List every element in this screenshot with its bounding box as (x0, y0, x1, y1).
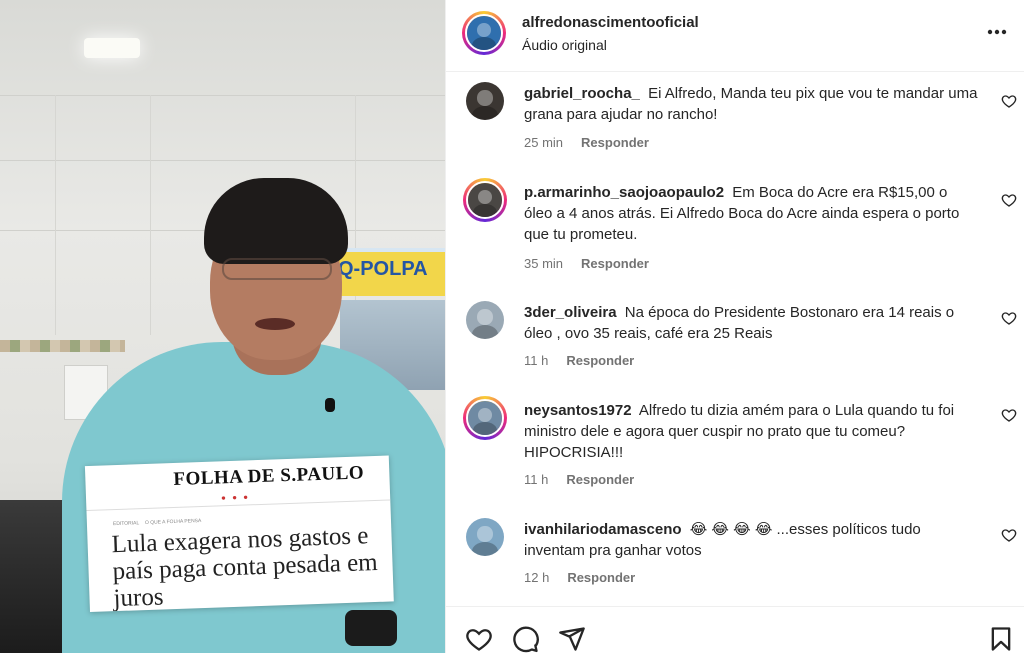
post-header: alfredonascimentooficial Áudio original (446, 0, 1024, 72)
owner-avatar[interactable] (462, 11, 506, 55)
heart-icon[interactable] (465, 625, 493, 653)
reply-button[interactable]: Responder (566, 353, 634, 368)
wall-divider (150, 95, 151, 335)
comment-meta: 12 h Responder (524, 570, 635, 585)
commenter-avatar[interactable] (466, 82, 504, 120)
comment-body: gabriel_roocha_ Ei Alfredo, Manda teu pi… (524, 83, 979, 125)
store-sign: Q-POLPA (332, 248, 445, 296)
comment-username[interactable]: 3der_oliveira (524, 304, 617, 321)
comment-meta: 35 min Responder (524, 256, 649, 271)
like-heart-icon[interactable] (1001, 192, 1017, 208)
avatar-image (466, 518, 504, 556)
avatar-image (466, 301, 504, 339)
comment-body: ivanhilariodamasceno 😂 😂 😂 😂 ...esses po… (524, 519, 979, 561)
comment-icon[interactable] (512, 625, 540, 653)
reply-button[interactable]: Responder (567, 570, 635, 585)
reel-video[interactable]: Q-POLPA FOLHA DE S.PAULO ● ● ● EDITORIAL… (0, 0, 445, 653)
more-options-icon[interactable] (985, 20, 1009, 44)
comment-time: 35 min (524, 256, 564, 271)
clipping-kicker: O QUE A FOLHA PENSA (144, 518, 202, 527)
like-heart-icon[interactable] (1001, 93, 1017, 109)
wall-divider (0, 95, 445, 96)
reply-button[interactable]: Responder (581, 135, 649, 150)
wall-divider (55, 95, 56, 335)
tile-border (0, 340, 125, 352)
comment-meta: 11 h Responder (524, 472, 634, 487)
store-sign-text: Q-POLPA (338, 258, 428, 280)
share-icon[interactable] (558, 625, 586, 653)
avatar-image (467, 16, 501, 50)
comment-time: 12 h (524, 570, 550, 585)
comments-list[interactable]: gabriel_roocha_ Ei Alfredo, Manda teu pi… (446, 73, 1024, 603)
comment-body: 3der_oliveira Na época do Presidente Bos… (524, 302, 979, 344)
owner-username[interactable]: alfredonascimentooficial (522, 14, 699, 31)
newspaper-clipping: FOLHA DE S.PAULO ● ● ● EDITORIAL O QUE A… (84, 455, 394, 612)
person-glasses (222, 258, 332, 280)
commenter-avatar[interactable] (466, 518, 504, 556)
action-bar (446, 606, 1024, 653)
comment-body: p.armarinho_saojoaopaulo2 Em Boca do Acr… (524, 182, 979, 245)
comment-time: 11 h (524, 472, 549, 487)
avatar-image (466, 82, 504, 120)
ceiling-light (84, 38, 140, 58)
comment-username[interactable]: gabriel_roocha_ (524, 85, 640, 102)
comment-meta: 25 min Responder (524, 135, 649, 150)
lapel-mic (325, 398, 335, 412)
wrist-watch (345, 610, 397, 646)
clipping-masthead: FOLHA DE S.PAULO (173, 462, 365, 491)
bookmark-icon[interactable] (987, 625, 1015, 653)
comment-username[interactable]: ivanhilariodamasceno (524, 521, 682, 538)
person-hair (204, 178, 348, 264)
commenter-avatar[interactable] (463, 178, 507, 222)
reply-button[interactable]: Responder (581, 256, 649, 271)
clipping-dots: ● ● ● (220, 492, 251, 503)
person-mouth (255, 318, 295, 330)
like-heart-icon[interactable] (1001, 310, 1017, 326)
wall-divider (355, 95, 356, 335)
comment-item: 3der_oliveira Na época do Presidente Bos… (446, 292, 1024, 392)
comment-item: gabriel_roocha_ Ei Alfredo, Manda teu pi… (446, 73, 1024, 183)
comment-item: p.armarinho_saojoaopaulo2 Em Boca do Acr… (446, 172, 1024, 297)
comments-panel: alfredonascimentooficial Áudio original … (445, 0, 1024, 653)
comment-username[interactable]: neysantos1972 (524, 402, 632, 419)
comment-item: ivanhilariodamasceno 😂 😂 😂 😂 ...esses po… (446, 509, 1024, 603)
wall-divider (0, 160, 445, 161)
comment-item: neysantos1972 Alfredo tu dizia amém para… (446, 390, 1024, 510)
reply-button[interactable]: Responder (566, 472, 634, 487)
avatar-image (468, 183, 502, 217)
comment-meta: 11 h Responder (524, 353, 634, 368)
comment-username[interactable]: p.armarinho_saojoaopaulo2 (524, 184, 724, 201)
like-heart-icon[interactable] (1001, 527, 1017, 543)
comment-body: neysantos1972 Alfredo tu dizia amém para… (524, 400, 979, 463)
audio-label[interactable]: Áudio original (522, 37, 607, 53)
avatar-image (468, 401, 502, 435)
commenter-avatar[interactable] (463, 396, 507, 440)
clipping-section: EDITORIAL (112, 520, 140, 528)
comment-time: 11 h (524, 353, 549, 368)
comment-time: 25 min (524, 135, 564, 150)
clipping-headline: Lula exagera nos gastos e país paga cont… (111, 522, 379, 612)
commenter-avatar[interactable] (466, 301, 504, 339)
like-heart-icon[interactable] (1001, 407, 1017, 423)
